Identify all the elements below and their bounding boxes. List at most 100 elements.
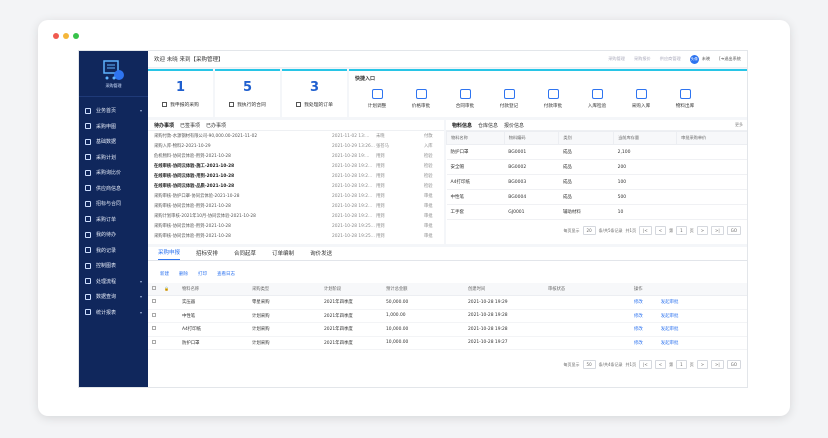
todo-row[interactable]: 采购审核-协同云体验-用到-2021-10-28 2021-10-28 19:25… [148,221,444,231]
sidebar-item[interactable]: 采购计划 [79,150,148,166]
avatar[interactable]: 头像 [689,54,699,64]
last-page-button[interactable]: >| [711,360,724,369]
top-link-0[interactable]: 采购管理 [608,56,625,62]
last-page-button[interactable]: >| [711,226,724,235]
sidebar-item[interactable]: 业务首页 ▾ [79,103,148,119]
tab-4[interactable]: 询价发送 [310,249,332,260]
page-size-select[interactable]: 50 [582,360,596,369]
todo-row[interactable]: 在线审核-协同云体验-用到-2021-10-28 2021-10-28 19:2.… [148,171,444,181]
sidebar-item[interactable]: 采购订单 [79,212,148,228]
row-checkbox[interactable] [152,312,156,317]
action-button[interactable]: 新建 [160,271,169,277]
todo-user: 用到 [376,204,385,209]
tab-quote[interactable]: 报价信息 [504,122,524,129]
todo-row[interactable]: 危机物料-协同云体验-用到-2021-10-28 2021-10-28 19:..… [148,151,444,161]
action-button[interactable]: 查看日志 [217,271,235,277]
top-link-2[interactable]: 供应商管理 [660,56,681,62]
maximize-dot[interactable] [73,33,79,39]
row-checkbox[interactable] [152,339,156,344]
row-checkbox[interactable] [152,326,156,331]
table-cell: BG0001 [504,144,559,160]
quick-entry-item[interactable]: 付款登记 [489,89,529,109]
close-dot[interactable] [53,33,59,39]
prev-page-button[interactable]: < [654,226,667,235]
tab-warehouse[interactable]: 仓库信息 [478,122,498,129]
stat-card[interactable]: 5 我执行的合同 [215,69,280,117]
top-link-1[interactable]: 采购报价 [634,56,651,62]
quick-entry-item[interactable]: 付款审批 [533,89,573,109]
todo-row[interactable]: 采购入库-物料2-2021-10-29 2021-10-29 13:26... 张苍… [148,141,444,151]
sidebar-item[interactable]: 基础数据 [79,134,148,150]
submit-approval-link[interactable]: 发起审批 [661,327,679,332]
go-button[interactable]: GO [726,360,741,369]
submit-approval-link[interactable]: 发起审批 [661,300,679,305]
page-size-label: 每页显示 [563,361,580,367]
next-page-button[interactable]: > [696,226,709,235]
quick-entry-item[interactable]: 入库检验 [577,89,617,109]
sidebar-item[interactable]: 数据查询 ▾ [79,289,148,305]
quick-entry-item[interactable]: 采购入库 [621,89,661,109]
submit-approval-link[interactable]: 发起审批 [661,341,679,346]
todo-row[interactable]: 采购审核-防护口罩-协同云体验-2021-10-28 2021-10-28 19:… [148,191,444,201]
minimize-dot[interactable] [63,33,69,39]
go-button[interactable]: GO [726,226,741,235]
sidebar-item[interactable]: 统计报表 ▾ [79,305,148,321]
action-button[interactable]: 删除 [179,271,188,277]
table-row[interactable]: 实压器 零星采购 2021年四季度 50,000.00 2021-10-28 19:29… [148,295,747,310]
todo-row[interactable]: 采购付款-水源钢材有限公司-90,000.00-2021-11-02 2021-1… [148,131,444,141]
page-input[interactable]: 1 [676,226,687,235]
tab-signed[interactable]: 已签事项 [180,122,200,129]
table-row[interactable]: 安全帽 BG0002 成品 200 [446,159,747,175]
tab-1[interactable]: 招标安排 [196,249,218,260]
quick-entry-item[interactable]: 计划调整 [357,89,397,109]
table-row[interactable]: 防护口罩 计划采购 2021年四季度 10,000.00 2021-10-28 19:2… [148,336,747,350]
table-row[interactable]: A4打印纸 BG0003 成品 100 [446,174,747,190]
tab-todo[interactable]: 待办事项 [154,122,174,129]
sidebar-item[interactable]: 我的记录 [79,243,148,259]
quick-entry-item[interactable]: 合同审批 [445,89,485,109]
page-size-select[interactable]: 20 [582,226,596,235]
table-row[interactable]: 中性笔 BG0004 成品 500 [446,189,747,205]
tab-2[interactable]: 合同起草 [234,249,256,260]
todo-row[interactable]: 采购审核-协同云体验-用到-2021-10-28 2021-10-28 19:25… [148,231,444,241]
sidebar-item[interactable]: 处理流程 ▾ [79,274,148,290]
first-page-button[interactable]: |< [639,226,652,235]
todo-row[interactable]: 采购审核-协同云体验-用到-2021-10-28 2021-10-28 19:2.… [148,201,444,211]
edit-link[interactable]: 修改 [634,300,643,305]
todo-row[interactable]: 采购计划审核-2021年10月-协同云体验-2021-10-28 2021-10-… [148,211,444,221]
prev-page-button[interactable]: < [654,360,667,369]
table-row[interactable]: 中性笔 计划采购 2021年四季度 1,000.00 2021-10-28 19:28 修… [148,309,747,323]
quick-entry-item[interactable]: 物料出库 [665,89,705,109]
edit-link[interactable]: 修改 [634,314,643,319]
edit-link[interactable]: 修改 [634,341,643,346]
table-row[interactable]: A4打印纸 计划采购 2021年四季度 10,000.00 2021-10-28 19:… [148,322,747,337]
sidebar-item[interactable]: 控制图表 [79,258,148,274]
sidebar-item[interactable]: 供应商信息 [79,181,148,197]
sidebar-item[interactable]: 采购申图 [79,119,148,135]
more-link[interactable]: 更多 [735,122,743,128]
table-cell: 2,100 [613,144,677,160]
tab-material[interactable]: 物料信息 [452,122,472,129]
sidebar-item[interactable]: 我的待办 [79,227,148,243]
first-page-button[interactable]: |< [639,360,652,369]
tab-3[interactable]: 订单编制 [272,249,294,260]
edit-link[interactable]: 修改 [634,327,643,332]
select-all-checkbox[interactable] [152,286,156,290]
todo-row[interactable]: 在线审核-协同云体验-施工-2021-10-28 2021-10-28 19:2.… [148,161,444,171]
tab-0[interactable]: 采购申报 [158,248,181,260]
sidebar-item[interactable]: 采购询比价 [79,165,148,181]
quick-entry-item[interactable]: 价格审批 [401,89,441,109]
stat-card[interactable]: 1 我申报的采购 [148,69,213,117]
next-page-button[interactable]: > [696,360,709,369]
row-checkbox[interactable] [152,299,156,304]
submit-approval-link[interactable]: 发起审批 [661,314,679,319]
table-row[interactable]: 工手套 GJ0001 辅助材料 10 [446,204,747,220]
logout-button[interactable]: [➜退出系统 [719,56,741,62]
stat-card[interactable]: 3 我处理的订单 [282,69,347,117]
action-button[interactable]: 打印 [198,271,207,277]
todo-row[interactable]: 在线审核-协同云体验-品质-2021-10-28 2021-10-28 19:2.… [148,181,444,191]
tab-done[interactable]: 已办事项 [206,122,226,129]
sidebar-item[interactable]: 招标与合同 [79,196,148,212]
page-input[interactable]: 1 [676,360,687,369]
table-row[interactable]: 防护口罩 BG0001 成品 2,100 [446,144,747,160]
